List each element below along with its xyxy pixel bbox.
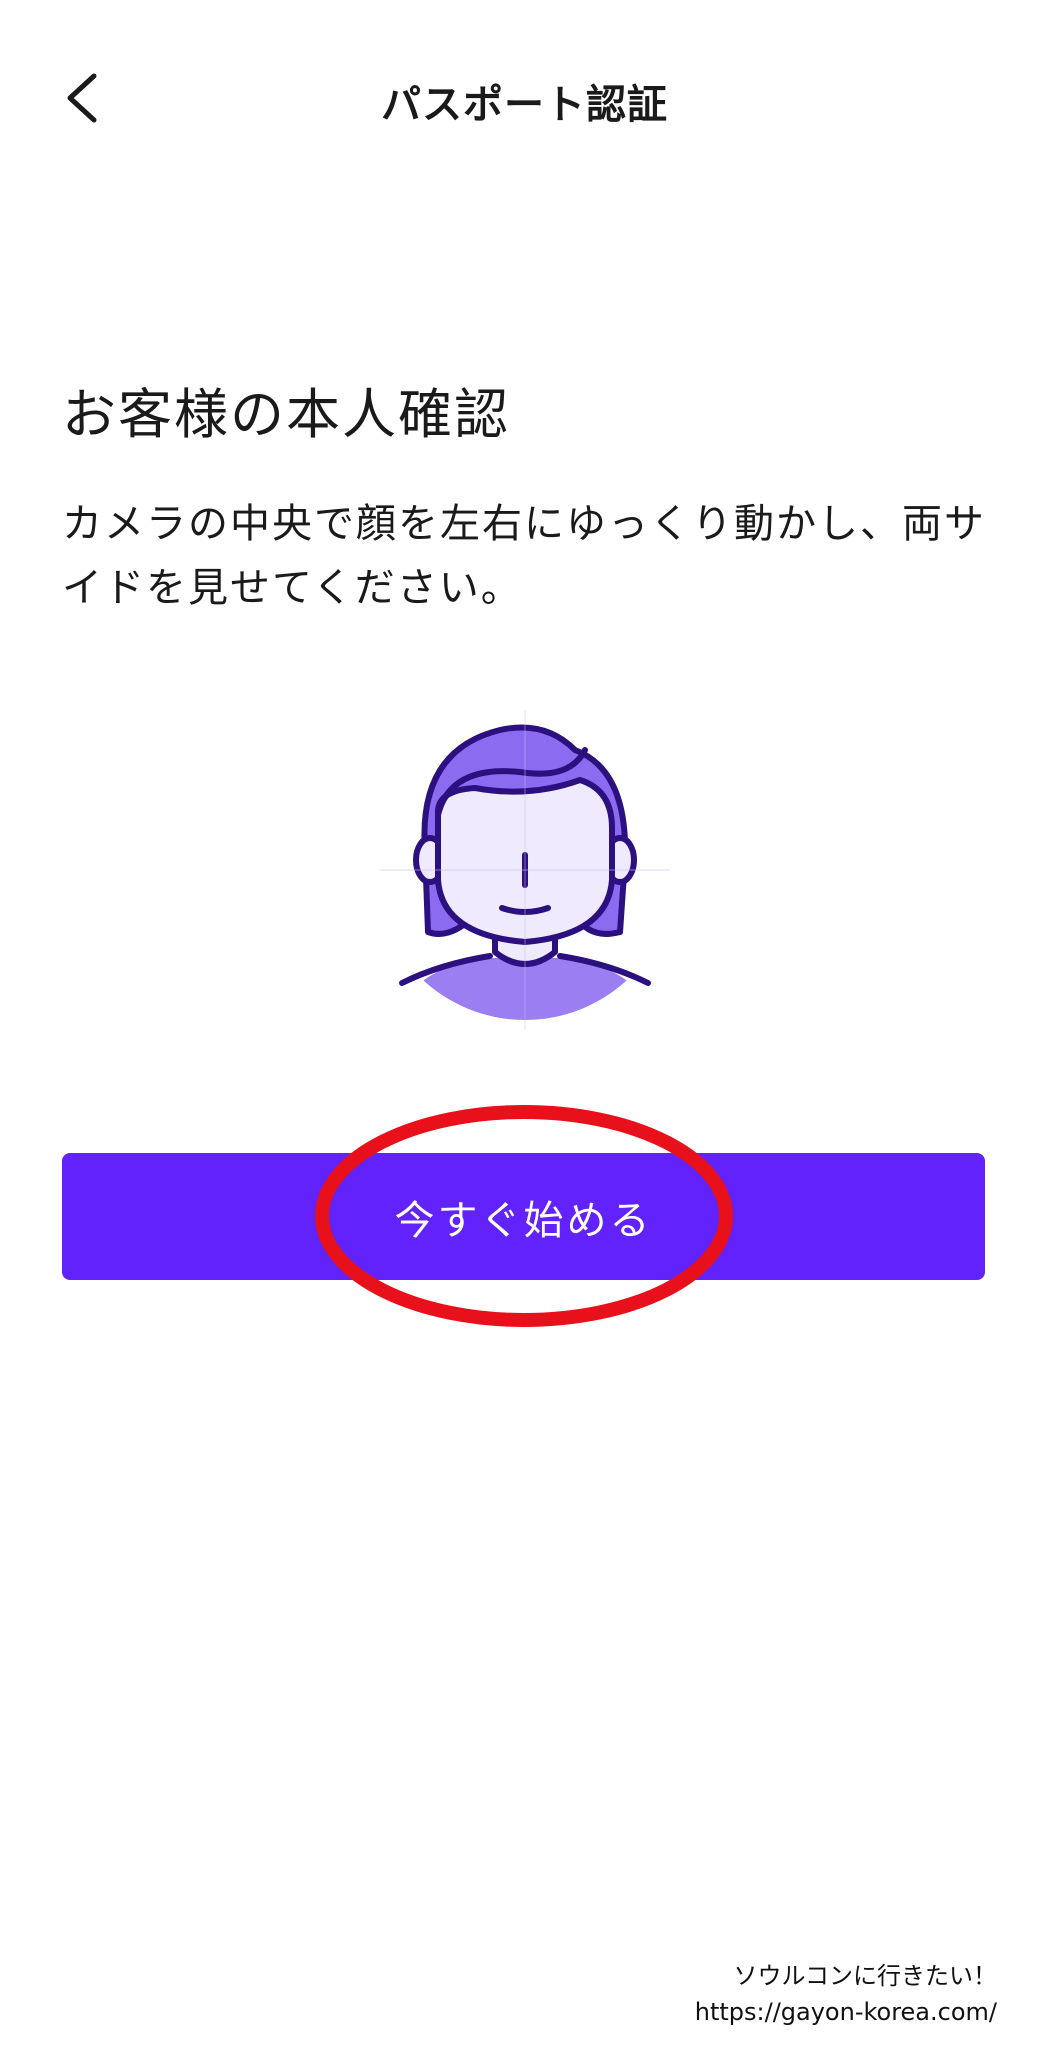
watermark-line-url: https://gayon-korea.com/ [694,1998,997,2026]
page-title: パスポート認証 [381,82,668,128]
header-bar: パスポート認証 [0,0,1049,200]
watermark-line-title: ソウルコンに行きたい！ [733,1962,997,1990]
face-illustration [380,710,670,1030]
instruction-text: カメラの中央で顔を左右にゆっくり動かし、両サイドを見せてください。 [62,501,986,611]
start-now-button[interactable]: 今すぐ始める [62,1153,985,1280]
identity-heading: お客様の本人確認 [62,383,510,446]
watermark: ソウルコンに行きたい！ https://gayon-korea.com/ [695,1958,997,2030]
face-portrait-icon [380,710,670,1030]
